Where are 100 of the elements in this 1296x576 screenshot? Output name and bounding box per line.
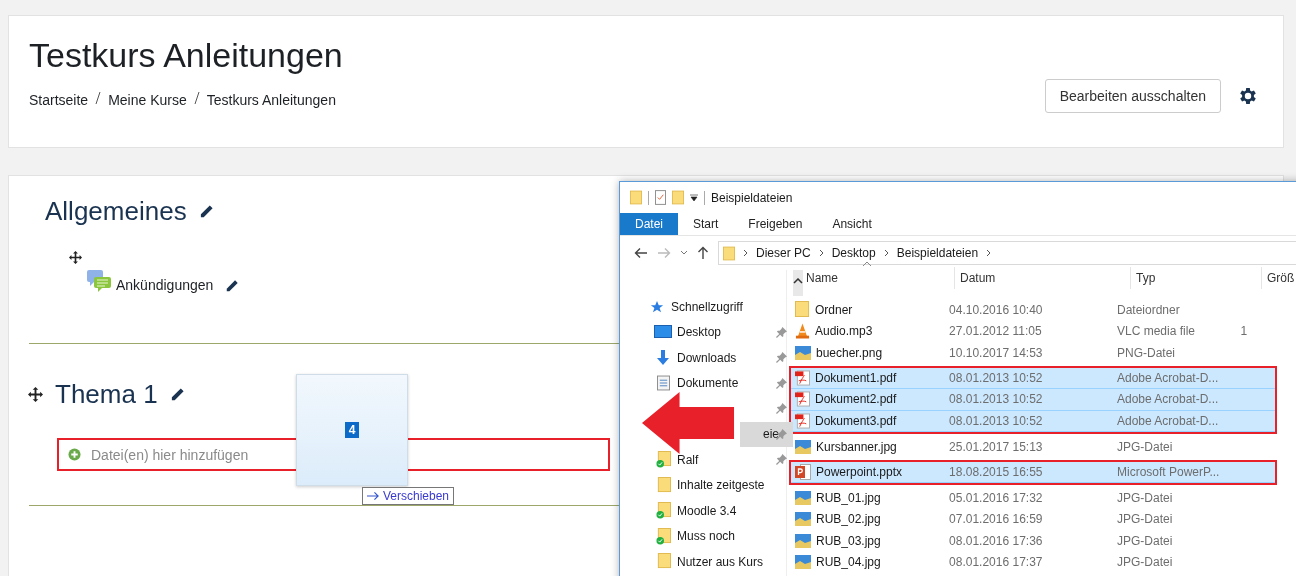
folder-icon (655, 476, 671, 494)
file-date: 07.01.2016 16:59 (948, 512, 1044, 527)
address-bar[interactable]: Dieser PC Desktop Beispieldateien (718, 241, 1296, 265)
file-date: 08.01.2016 17:37 (948, 555, 1044, 570)
pencil-icon[interactable] (169, 387, 185, 402)
pdf-file-icon (795, 391, 810, 408)
file-date: 05.01.2016 17:32 (948, 490, 1044, 505)
column-header[interactable]: Name (789, 267, 955, 289)
file-row[interactable]: RUB_01.jpg 05.01.2016 17:32 JPG-Datei (791, 487, 1275, 509)
pencil-icon[interactable] (225, 279, 240, 293)
dropdown-icon[interactable] (690, 193, 698, 202)
course-title: Testkurs Anleitungen (29, 36, 344, 75)
nav-item-label: Muss noch (677, 529, 736, 544)
ribbon-tab[interactable]: Ansicht (817, 213, 887, 235)
settings-icon[interactable] (1237, 85, 1259, 107)
nav-item[interactable]: Muss noch (620, 523, 793, 549)
folder-icon (655, 553, 671, 571)
activity-link[interactable]: Ankündigungen (116, 277, 214, 293)
synced-folder-icon (655, 451, 671, 469)
file-name: Audio.mp3 (815, 324, 873, 339)
file-name: RUB_02.jpg (816, 512, 881, 527)
back-arrow-icon[interactable] (634, 247, 648, 259)
synced-folder-icon (655, 527, 671, 545)
file-row[interactable]: RUB_03.jpg 08.01.2016 17:36 JPG-Datei (791, 530, 1275, 552)
image-file-icon (795, 512, 811, 527)
file-row[interactable]: Kursbanner.jpg 25.01.2017 15:13 JPG-Datei (791, 436, 1275, 458)
forum-icon (86, 269, 112, 293)
document-icon (656, 375, 670, 392)
nav-item[interactable]: Desktop (620, 319, 793, 345)
ribbon-tab[interactable]: Freigeben (733, 213, 818, 235)
folder-icon (795, 301, 810, 319)
add-icon (68, 448, 81, 461)
breadcrumb-link[interactable]: Meine Kurse (108, 92, 187, 108)
nav-item-label: Ralf (677, 452, 699, 467)
nav-item-label: Inhalte zeitgeste (677, 478, 765, 493)
scroll-up-icon[interactable] (793, 278, 803, 284)
file-count-badge: 4 (344, 422, 360, 438)
file-row[interactable]: Audio.mp3 27.01.2012 11:05 VLC media file 1 (791, 320, 1275, 342)
file-date: 08.01.2013 10:52 (948, 370, 1044, 385)
column-header[interactable]: Typ (1131, 267, 1262, 289)
breadcrumb-link[interactable]: Testkurs Anleitungen (206, 92, 336, 108)
move-icon[interactable] (28, 387, 43, 402)
window-title: Beispieldateien (711, 190, 793, 205)
nav-item[interactable]: Moodle 3.4 (620, 498, 793, 524)
image-file-icon (795, 490, 811, 505)
nav-item-label: Schnellzugriff (671, 299, 743, 314)
path-segment[interactable]: Desktop (831, 246, 876, 260)
drop-zone-label: Datei(en) hier hinzufügen (91, 446, 249, 463)
edit-mode-button[interactable]: Bearbeiten ausschalten (1044, 79, 1221, 113)
nav-item[interactable]: Dokumente (620, 370, 793, 396)
folder-icon (723, 245, 735, 261)
ribbon-tab[interactable]: Start (678, 213, 734, 235)
file-row[interactable]: Ordner 04.10.2016 10:40 Dateiordner (791, 299, 1275, 321)
tooltip-text: Verschieben (383, 489, 450, 503)
file-type: JPG-Datei (1115, 490, 1174, 505)
breadcrumb-link[interactable]: Startseite (29, 92, 89, 108)
move-icon[interactable] (69, 251, 82, 264)
download-arrow-icon (655, 349, 671, 366)
up-arrow-icon[interactable] (697, 246, 709, 260)
nav-item[interactable]: eie (740, 421, 793, 447)
checklist-icon[interactable] (655, 190, 666, 205)
file-name: Dokument2.pdf (815, 392, 897, 407)
file-row[interactable]: Powerpoint.pptx 18.08.2015 16:55 Microsoft PowerP... (791, 461, 1275, 483)
traffic-cone-icon (795, 323, 810, 340)
folder-icon (630, 190, 642, 205)
path-segment[interactable]: Dieser PC (756, 246, 811, 260)
file-row[interactable]: RUB_02.jpg 07.01.2016 16:59 JPG-Datei (791, 508, 1275, 530)
file-type: Dateiordner (1115, 302, 1181, 317)
file-date: 27.01.2012 11:05 (948, 324, 1043, 339)
scrollbar[interactable] (793, 270, 803, 296)
ribbon-tab[interactable]: Datei (620, 213, 678, 235)
chevron-right-icon (986, 249, 992, 257)
monitor-icon (654, 325, 672, 340)
nav-item[interactable]: Downloads (620, 345, 793, 371)
file-size: 1 (1240, 324, 1248, 339)
file-row[interactable]: Dokument3.pdf 08.01.2013 10:52 Adobe Acrobat-D... (791, 410, 1275, 432)
pencil-icon[interactable] (198, 204, 214, 219)
path-segment[interactable]: Beispieldateien (896, 246, 979, 260)
pdf-file-icon (795, 412, 810, 429)
chevron-right-icon (818, 249, 824, 257)
nav-item-label: Downloads (677, 350, 737, 365)
nav-item-label: Moodle 3.4 (677, 503, 737, 518)
chevron-right-icon (883, 249, 889, 257)
nav-item-label: Nutzer aus Kurs (677, 554, 764, 569)
image-file-icon (795, 345, 811, 360)
nav-item[interactable]: Nutzer aus Kurs (620, 549, 793, 575)
file-row[interactable]: Dokument1.pdf 08.01.2013 10:52 Adobe Acrobat-D... (791, 367, 1275, 389)
file-row[interactable]: Dokument2.pdf 08.01.2013 10:52 Adobe Acrobat-D... (791, 389, 1275, 411)
nav-item[interactable]: Ralf (620, 447, 793, 473)
nav-item[interactable]: Inhalte zeitgeste (620, 472, 793, 498)
file-type: JPG-Datei (1115, 512, 1174, 527)
column-header[interactable]: Größ (1262, 267, 1296, 289)
file-row[interactable]: buecher.png 10.10.2017 14:53 PNG-Datei (791, 342, 1275, 364)
chevron-right-icon (743, 249, 748, 257)
chevron-down-icon[interactable] (680, 250, 688, 256)
column-header[interactable]: Datum (955, 267, 1131, 289)
file-name: RUB_03.jpg (816, 533, 881, 548)
nav-item[interactable]: Schnellzugriff (620, 294, 793, 320)
file-row[interactable]: RUB_04.jpg 08.01.2016 17:37 JPG-Datei (791, 551, 1275, 573)
file-date: 04.10.2016 10:40 (948, 302, 1044, 317)
